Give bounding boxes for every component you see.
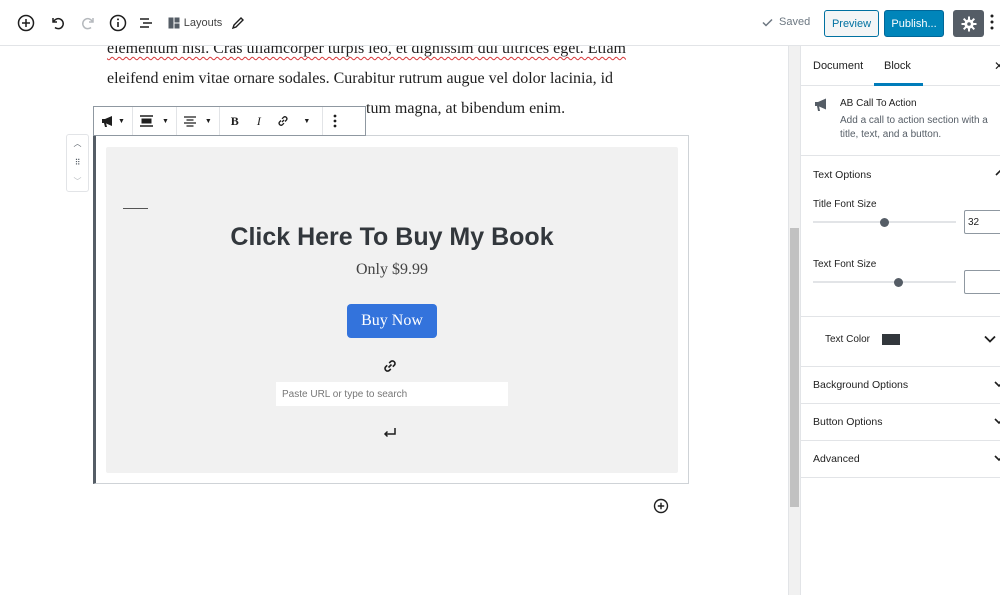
megaphone-icon	[102, 115, 112, 127]
caret-down-icon: ▼	[204, 117, 212, 125]
paragraph-line-1[interactable]: elementum nisi. Cras ullamcorper turpis …	[107, 46, 667, 64]
title-font-size-input[interactable]: 32	[964, 210, 1000, 234]
italic-button[interactable]: I	[247, 107, 271, 135]
advanced-panel[interactable]: Advanced	[801, 441, 1000, 478]
info-icon[interactable]	[106, 10, 130, 36]
edit-pencil-icon[interactable]	[228, 10, 248, 36]
block-mover: ︿ ⠿ ﹀	[66, 134, 89, 192]
chevron-up-icon[interactable]	[995, 168, 1000, 178]
advanced-heading: Advanced	[813, 453, 860, 465]
text-color-label: Text Color	[825, 334, 871, 345]
caret-down-icon: ▼	[303, 117, 311, 125]
block-toolbar: ▼ ▼ ▼ B I ▼	[93, 106, 366, 136]
title-font-size-slider[interactable]	[813, 217, 956, 227]
cta-button[interactable]: Buy Now	[347, 304, 437, 338]
title-font-size-label: Title Font Size	[813, 199, 877, 210]
checkmark-icon	[762, 18, 773, 27]
block-more-options-icon[interactable]	[329, 107, 341, 135]
slider-thumb[interactable]	[894, 277, 904, 287]
tab-document[interactable]: Document	[813, 46, 863, 86]
more-rich-text-controls[interactable]: ▼	[295, 107, 319, 135]
add-block-icon[interactable]	[14, 10, 38, 36]
preview-button[interactable]: Preview	[824, 10, 879, 37]
chevron-down-icon	[994, 380, 1000, 390]
text-color-row[interactable]: Text Color	[801, 316, 1000, 366]
chevron-down-icon	[994, 417, 1000, 427]
chevron-down-icon[interactable]	[984, 330, 998, 344]
block-name: AB Call To Action	[840, 98, 917, 109]
layouts-icon	[168, 17, 180, 29]
settings-button[interactable]	[953, 10, 984, 37]
apply-enter-icon[interactable]	[382, 426, 398, 440]
link-button[interactable]	[271, 107, 295, 135]
gear-icon	[961, 16, 976, 31]
publish-button[interactable]: Publish...	[884, 10, 944, 37]
paragraph-line-3[interactable]: tum magna, at bibendum enim.	[366, 94, 666, 124]
link-icon	[382, 358, 398, 374]
block-alignment-button[interactable]: ▼	[136, 107, 173, 135]
background-options-panel[interactable]: Background Options	[801, 367, 1000, 404]
undo-icon[interactable]	[45, 10, 69, 36]
cta-title[interactable]: Click Here To Buy My Book	[106, 223, 678, 252]
block-description: Add a call to action section with a titl…	[840, 115, 988, 140]
more-options-icon[interactable]	[990, 14, 1000, 34]
editor-canvas: elementum nisi. Cras ullamcorper turpis …	[0, 46, 788, 595]
move-up-icon[interactable]: ︿	[74, 139, 82, 149]
align-wide-icon	[139, 115, 153, 127]
button-url-input[interactable]: Paste URL or type to search	[275, 381, 509, 407]
megaphone-icon	[814, 98, 830, 114]
text-options-heading[interactable]: Text Options	[813, 169, 871, 181]
bold-button[interactable]: B	[223, 107, 247, 135]
text-font-size-input[interactable]	[964, 270, 1000, 294]
layouts-label: Layouts	[183, 17, 223, 29]
link-icon	[278, 116, 288, 126]
layouts-button[interactable]: Layouts	[166, 10, 224, 36]
text-options-panel: Text Options Title Font Size 32 Text Fon…	[801, 156, 1000, 367]
saved-status: Saved	[762, 16, 810, 28]
add-block-below-icon[interactable]	[653, 498, 669, 514]
redo-icon[interactable]	[77, 10, 101, 36]
settings-sidebar: Document Block ✕ AB Call To Action Add a…	[800, 46, 1000, 595]
close-icon[interactable]: ✕	[994, 59, 1000, 73]
move-down-icon[interactable]: ﹀	[74, 177, 82, 187]
text-font-size-label: Text Font Size	[813, 259, 877, 270]
text-color-swatch[interactable]	[882, 334, 900, 345]
block-card: AB Call To Action Add a call to action s…	[801, 86, 1000, 156]
block-navigation-icon[interactable]	[134, 10, 158, 36]
slider-thumb[interactable]	[880, 217, 889, 227]
drag-handle-icon[interactable]: ⠿	[75, 158, 81, 168]
caret-down-icon: ▼	[161, 117, 169, 125]
divider	[123, 208, 148, 209]
text-alignment-button[interactable]: ▼	[180, 107, 216, 135]
scrollbar-thumb[interactable]	[790, 228, 799, 507]
cta-text[interactable]: Only $9.99	[106, 261, 678, 279]
call-to-action-block[interactable]: Click Here To Buy My Book Only $9.99 Buy…	[106, 147, 678, 473]
button-options-heading: Button Options	[813, 416, 883, 428]
chevron-down-icon	[994, 454, 1000, 464]
editor-scrollbar[interactable]	[788, 46, 800, 595]
editor-header: Layouts Saved Preview Publish...	[0, 0, 1000, 46]
align-center-icon	[183, 115, 196, 127]
saved-label: Saved	[779, 16, 811, 28]
button-options-panel[interactable]: Button Options	[801, 404, 1000, 441]
tab-block[interactable]: Block	[884, 46, 911, 86]
background-options-heading: Background Options	[813, 379, 909, 391]
caret-down-icon: ▼	[118, 117, 125, 125]
paragraph-line-2[interactable]: eleifend enim vitae ornare sodales. Cura…	[107, 64, 667, 94]
text-font-size-slider[interactable]	[813, 277, 956, 287]
sidebar-tabs: Document Block ✕	[801, 46, 1000, 86]
block-type-switcher[interactable]: ▼	[97, 107, 129, 135]
